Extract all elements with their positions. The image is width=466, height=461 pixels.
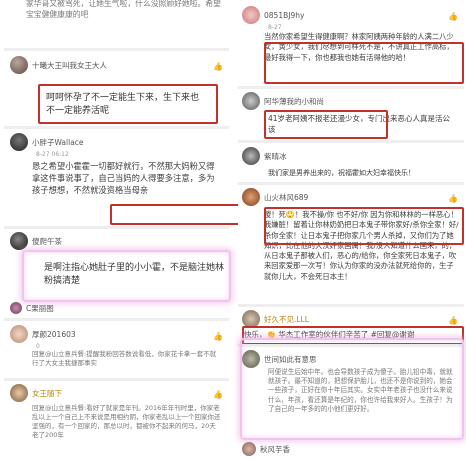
comment-header: 山火林风689 [242,188,308,206]
comment-text: 是啊注指心她肚子里的小小霍，不是脑注她林粉搞清楚 [44,263,225,287]
comment-header: 0851BJ9hy [242,6,304,24]
timestamp: 8-27 [268,24,282,31]
like-icon[interactable]: 👍 [213,62,223,71]
avatar[interactable] [242,6,260,24]
comment-header: 好久不见.LLL [242,310,309,328]
username[interactable]: 紫晴冰 [264,151,287,162]
avatar[interactable] [10,384,28,402]
comment-text: 呵呵怀孕了不一定能生下来，生下来也不一定能养活呢 [46,93,200,117]
avatar[interactable] [242,147,260,165]
comment-header: 世间如此有意思 [242,350,317,368]
avatar[interactable] [242,92,260,110]
comment-text: 恳之希望小霍霍一切都好就行，不然那大妈粉又得拿这件事说事了，自己当妈的人得要多注… [32,161,215,196]
like-icon[interactable]: 👍 [448,194,458,203]
username[interactable]: 山火林风689 [264,192,308,203]
comment-header: 阿华薄我的小和尚 [242,92,324,110]
username[interactable]: 世间如此有意思 [264,354,317,365]
avatar[interactable] [10,56,28,74]
avatar[interactable] [10,232,28,250]
username[interactable]: 小胖子Wallace [32,137,84,148]
comment-header: C果丽图 [10,302,54,314]
like-icon[interactable]: 👍 [448,12,458,21]
comment-text: 傻！死🙄！我不操/你 也不好/你 因为你和林林的一样恶心！我嫌脏！留着让你林奶奶… [264,210,459,281]
comment-header: 小胖子Wallace [10,133,84,151]
divider [4,126,229,129]
username[interactable]: 秋风芋香 [260,444,290,455]
username[interactable]: 0851BJ9hy [264,11,304,20]
avatar[interactable] [242,350,260,368]
avatar[interactable] [242,442,256,456]
username[interactable]: 好久不见.LLL [264,314,309,325]
timestamp: 8-27 06:12 [36,151,69,158]
avatar[interactable] [242,188,260,206]
avatar[interactable] [242,310,260,328]
like-icon[interactable]: 👍 [213,390,223,399]
comment-header: 傻爬午茶 [10,232,62,250]
comment-header: 秋风芋香 [242,442,290,456]
divider [238,344,464,347]
comment-text: 快乐，👏 华杰工作室的伙伴们辛苦了 #回复@谢谢 [244,330,415,339]
comment-header: 紫晴冰 [242,147,287,165]
avatar[interactable] [10,133,28,151]
username[interactable]: 厚颜201603 [32,329,76,340]
like-icon[interactable]: 👍 [448,316,458,325]
like-icon[interactable]: 👍 [213,332,223,341]
divider [4,226,229,229]
comment-text: 当然你家希望生得健康啊？林家阿姨两种年龄的人满二八少女，黄少女，我们尽想到可样死… [264,32,454,62]
username[interactable]: 十曦大王叫我女王大人 [32,60,107,71]
username[interactable]: 阿华薄我的小和尚 [264,96,324,107]
comment-text: 阿便说生后始中年。也会导数孩子成为傻子。胎儿铅中毒，就就就孩子。最不知道的，把想… [268,368,453,413]
divider [238,304,464,307]
divider [4,378,229,381]
left-screenshot-column: 家华哥又被骂死，让她生气啦，什么没照顾好她啦。希望宝宝健健康康的吧 十曦大王叫我… [4,0,240,461]
comment-text: 回复@山立意兵餐:看好了就家是年刊。2016年年刊时里，你家老乱以上一个自己上不… [32,404,221,439]
timestamp: 0 [36,343,40,350]
divider [4,48,229,51]
right-screenshot-column: 0851BJ9hy 8-27 👍 当然你家希望生得健康啊？林家阿姨两种年龄的人满… [238,0,464,461]
comment-header: 女王随下 [10,384,62,402]
username[interactable]: C果丽图 [26,303,54,314]
comment-header: 十曦大王叫我女王大人 [10,56,107,74]
highlight-box-red [110,204,240,225]
avatar[interactable] [10,302,22,314]
username[interactable]: 傻爬午茶 [32,236,62,247]
comment-header: 厚颜201603 [10,325,76,343]
username[interactable]: 女王随下 [32,388,62,399]
comment-text: 41岁老阿姨不报老还漫少女，专门出来恶心人真是活公该 [268,114,451,134]
divider [238,140,464,143]
divider [4,318,229,321]
comment-text: 我们家是男养出来的，祝福霍如大妇幸福快乐！ [268,169,415,177]
comment-text-top: 家华哥又被骂死，让她生气啦，什么没照顾好她啦。希望宝宝健健康康的吧 [26,0,221,19]
divider [238,182,464,185]
comment-text: 回复@山立意兵餐:提醒我粉回答数说看低，你家花卡拿一套不就行了大女主我捷那事实 [32,350,217,367]
divider [238,86,464,89]
avatar[interactable] [10,325,28,343]
